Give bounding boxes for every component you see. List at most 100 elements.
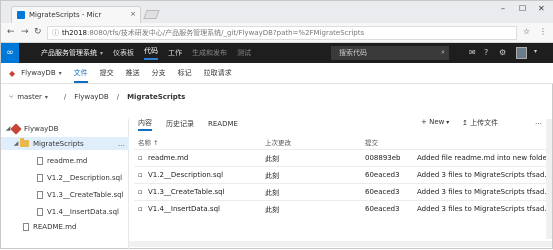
breadcrumb-separator-icon: / <box>63 93 67 101</box>
vsts-logo-icon[interactable]: ∞ <box>1 43 19 63</box>
tree-file[interactable]: V1.4__InsertData.sql <box>1 205 129 218</box>
tree-file[interactable]: readme.md <box>1 154 129 167</box>
tab-title: MigrateScripts - Micr <box>29 11 102 19</box>
upload-button[interactable]: ↥ 上传文件 <box>462 118 498 128</box>
nav-code[interactable]: 代码 <box>144 46 159 60</box>
tree-folder-label: MigrateScripts <box>33 139 84 148</box>
new-button[interactable]: + New ▾ <box>421 118 449 126</box>
nav-test[interactable]: 测试 <box>237 48 251 58</box>
page-icon: ⓘ <box>52 29 59 37</box>
search-code-input[interactable]: 搜索代码 ⌕ <box>331 46 449 60</box>
commit-message: Added 3 files to MigrateScripts tfsad... <box>417 171 549 179</box>
tree-file-label: V1.3__CreateTable.sql <box>47 190 124 199</box>
search-icon: ⌕ <box>441 48 445 56</box>
tab-files[interactable]: 文件 <box>73 68 88 83</box>
tree-file-label: V1.4__InsertData.sql <box>47 207 119 216</box>
top-navigation: ∞ 产品服务管理系统 ▾ 仪表板 代码 工作 生成和发布 测试 搜索代码 ⌕ ✉… <box>1 43 553 63</box>
back-icon[interactable]: ← <box>7 27 15 37</box>
chevron-down-icon[interactable]: ▾ <box>100 50 103 57</box>
tab-tags[interactable]: 标记 <box>178 68 192 78</box>
column-header-last-change[interactable]: 上次更改 <box>265 137 291 147</box>
breadcrumb-repo[interactable]: FlywayDB <box>74 93 108 101</box>
browser-tab[interactable]: MigrateScripts - Micr × <box>11 6 141 23</box>
repo-selector[interactable]: FlywayDB <box>21 69 55 77</box>
breadcrumb-separator-icon: / <box>116 93 120 101</box>
plus-icon: + <box>421 118 430 126</box>
commit-id[interactable]: 60eaced3 <box>365 188 400 196</box>
file-name[interactable]: readme.md <box>148 154 188 162</box>
content-tabs: 内容 历史记录 README <box>138 118 252 131</box>
file-name[interactable]: V1.2__Description.sql <box>148 171 223 179</box>
star-icon[interactable]: ☆ <box>523 27 530 36</box>
address-bar: ← → ↻ ⓘ th2018 :8080/tfs/技术研发中心/产品服务管理系统… <box>1 23 553 43</box>
branch-chevron-icon[interactable]: ▾ <box>45 94 48 101</box>
more-actions-icon[interactable]: … <box>118 140 125 148</box>
nav-work[interactable]: 工作 <box>168 48 182 58</box>
breadcrumb-folder: MigrateScripts <box>127 93 186 101</box>
tree-file-label: README.md <box>33 222 77 231</box>
tab-readme[interactable]: README <box>208 120 238 128</box>
vertical-scrollbar[interactable] <box>546 119 552 239</box>
table-row[interactable]: ▫ V1.3__CreateTable.sql 此刻 60eaced3 Adde… <box>134 183 552 200</box>
branch-selector[interactable]: master <box>17 93 42 101</box>
tab-history[interactable]: 历史记录 <box>166 119 194 129</box>
tab-contents[interactable]: 内容 <box>138 118 152 131</box>
tree-file[interactable]: V1.3__CreateTable.sql <box>1 188 129 201</box>
tree-file[interactable]: V1.2__Description.sql <box>1 171 129 184</box>
repo-icon <box>10 122 22 135</box>
tree-file[interactable]: README.md <box>1 220 129 233</box>
tab-pushes[interactable]: 推送 <box>126 68 140 78</box>
search-placeholder: 搜索代码 <box>339 49 367 57</box>
settings-icon[interactable]: ⚙ <box>499 48 506 57</box>
maximize-icon[interactable]: ☐ <box>519 4 526 13</box>
markdown-file-icon <box>37 156 43 165</box>
commit-message: Added file readme.md into new folde... <box>417 154 549 162</box>
tree-folder[interactable]: ◢ MigrateScripts … <box>1 137 129 150</box>
repo-navigation: ◆ FlywayDB ▾ 文件 提交 推送 分支 标记 拉取请求 <box>1 63 553 84</box>
close-window-icon[interactable]: ✕ <box>538 4 545 13</box>
table-row[interactable]: ▫ V1.4__InsertData.sql 此刻 60eaced3 Added… <box>134 200 552 217</box>
nav-dashboard[interactable]: 仪表板 <box>113 48 134 58</box>
minimize-icon[interactable]: – <box>501 4 505 13</box>
tfs-favicon-icon <box>17 11 25 19</box>
commit-id[interactable]: 60eaced3 <box>365 205 400 213</box>
horizontal-scrollbar[interactable] <box>129 241 552 247</box>
tab-pull-requests[interactable]: 拉取请求 <box>204 68 232 78</box>
url-host: th2018 <box>62 29 87 37</box>
commit-id[interactable]: 60eaced3 <box>365 171 400 179</box>
project-name[interactable]: 产品服务管理系统 <box>41 48 97 58</box>
markdown-file-icon <box>23 222 29 231</box>
browser-window: MigrateScripts - Micr × – ☐ ✕ ← → ↻ ⓘ th… <box>0 0 553 250</box>
commit-id[interactable]: 008893eb <box>365 154 400 162</box>
table-row[interactable]: ▫ V1.2__Description.sql 此刻 60eaced3 Adde… <box>134 166 552 183</box>
url-input[interactable]: ⓘ th2018 :8080/tfs/技术研发中心/产品服务管理系统/_git/… <box>47 26 517 40</box>
forward-icon[interactable]: → <box>21 27 29 37</box>
reload-icon[interactable]: ↻ <box>34 27 42 37</box>
column-header-commit[interactable]: 提交 <box>365 137 378 147</box>
collapse-icon[interactable]: ◢ <box>12 140 20 147</box>
last-change: 此刻 <box>265 189 279 197</box>
table-row[interactable]: ▫ readme.md 此刻 008893eb Added file readm… <box>134 149 552 166</box>
notifications-icon[interactable]: ✉ <box>469 48 476 57</box>
tab-commits[interactable]: 提交 <box>100 68 114 78</box>
git-repo-icon: ◆ <box>9 68 16 78</box>
tree-root[interactable]: ◢ FlywayDB <box>1 122 129 135</box>
column-header-name[interactable]: 名称 ↑ <box>138 137 159 147</box>
tab-close-icon[interactable]: × <box>130 10 136 18</box>
file-name[interactable]: V1.3__CreateTable.sql <box>148 188 225 196</box>
branch-icon: ⑂ <box>9 93 14 101</box>
new-tab-button[interactable] <box>143 10 160 19</box>
help-icon[interactable]: ? <box>484 48 488 57</box>
tree-file-label: readme.md <box>47 156 88 165</box>
nav-build-release[interactable]: 生成和发布 <box>192 48 227 58</box>
file-icon: ▫ <box>138 188 143 196</box>
breadcrumb: ⑂ master ▾ / FlywayDB / MigrateScripts <box>1 89 553 105</box>
avatar-chevron-icon[interactable]: ▾ <box>534 48 537 55</box>
file-name[interactable]: V1.4__InsertData.sql <box>148 205 220 213</box>
menu-icon[interactable]: ⋮ <box>539 27 547 36</box>
commit-message: Added 3 files to MigrateScripts tfsad... <box>417 205 549 213</box>
more-actions-icon[interactable]: … <box>535 118 542 126</box>
tab-branches[interactable]: 分支 <box>152 68 166 78</box>
avatar[interactable] <box>516 47 527 59</box>
repo-chevron-icon[interactable]: ▾ <box>59 70 62 77</box>
